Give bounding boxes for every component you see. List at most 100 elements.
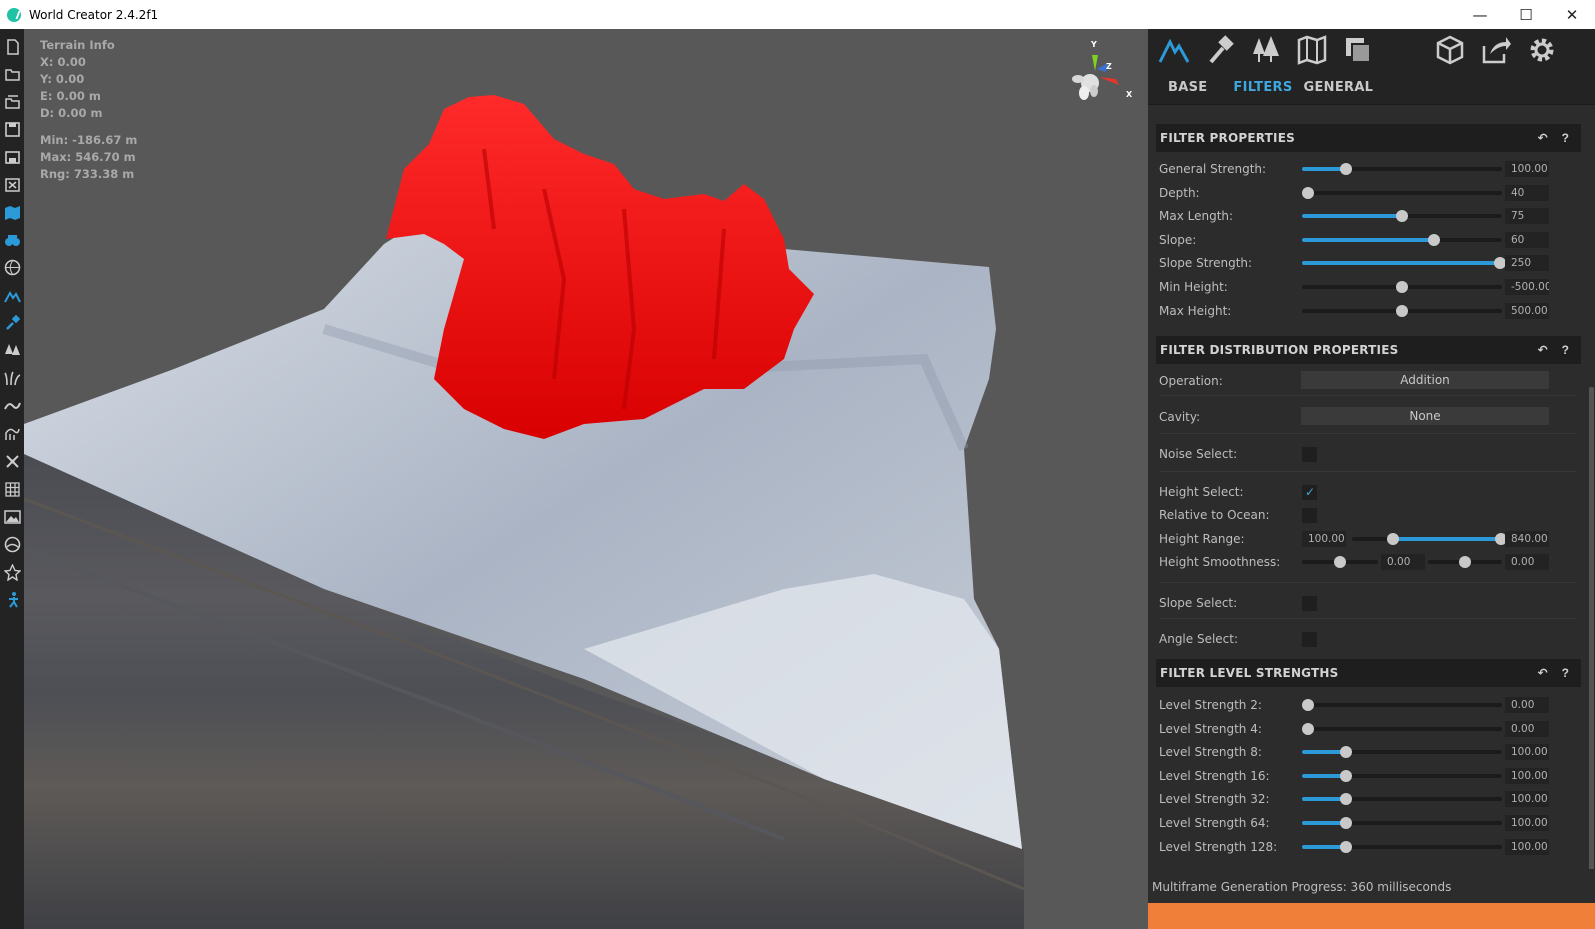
slider-track[interactable] [1302,304,1502,317]
slider-track[interactable] [1302,186,1502,199]
reset-icon[interactable]: ↶ [1538,666,1548,680]
binoculars-icon[interactable] [3,231,21,249]
cavity-dropdown[interactable]: None [1301,407,1549,425]
slider-value[interactable]: 100.00 [1505,791,1549,808]
slider-handle[interactable] [1396,281,1408,293]
slider-track[interactable] [1302,210,1502,223]
slider-handle[interactable] [1340,817,1352,829]
minimize-button[interactable]: — [1457,0,1503,29]
slider-track[interactable] [1302,699,1502,711]
slider-value[interactable]: 500.00 [1505,302,1549,319]
slider-handle[interactable] [1302,699,1314,711]
angle-select-checkbox[interactable] [1302,632,1317,647]
terrain-render[interactable] [24,29,1148,929]
slider-track[interactable] [1302,722,1502,735]
orientation-gizmo[interactable]: Y Z X [1064,39,1134,109]
hammer-icon[interactable] [1205,34,1237,66]
filter-level-strengths-header[interactable]: FILTER LEVEL STRENGTHS ↶? [1156,659,1581,687]
height-smoothness-slider-b[interactable] [1428,556,1502,568]
person-icon[interactable] [3,591,21,609]
trees-icon[interactable] [1251,34,1283,66]
height-range-min-value[interactable]: 100.00 [1302,531,1346,547]
slope-select-checkbox[interactable] [1302,596,1317,611]
slider-value[interactable]: 40 [1505,184,1549,201]
slider-value[interactable]: 75 [1505,208,1549,225]
close-button[interactable]: ✕ [1549,0,1595,29]
slider-value[interactable]: 100.00 [1505,767,1549,784]
operation-dropdown[interactable]: Addition [1301,371,1549,389]
slider-handle[interactable] [1340,163,1352,175]
slider-value[interactable]: 0.00 [1505,720,1549,737]
maximize-button[interactable]: ☐ [1503,0,1549,29]
layers-icon[interactable] [1342,34,1374,66]
slider-handle[interactable] [1459,556,1471,568]
tab-base[interactable]: BASE [1168,80,1207,95]
grass-icon[interactable] [3,369,21,387]
help-icon[interactable]: ? [1562,343,1569,357]
slider-value[interactable]: 100.00 [1505,161,1549,177]
3d-viewport[interactable]: Terrain Info X: 0.00 Y: 0.00 E: 0.00 m D… [24,29,1148,929]
height-smoothness-slider-a[interactable] [1302,556,1378,568]
slider-handle[interactable] [1396,304,1408,317]
slider-value[interactable]: 100.00 [1505,815,1549,831]
star-icon[interactable] [3,563,21,581]
slider-value[interactable]: 0.00 [1505,697,1549,713]
slider-track[interactable] [1302,793,1502,806]
slider-track[interactable] [1302,257,1506,270]
slider-value[interactable]: 100.00 [1505,744,1549,761]
slider-handle[interactable] [1428,233,1440,246]
slider-handle[interactable] [1334,556,1346,568]
trees-icon[interactable] [3,342,21,360]
height-range-slider[interactable] [1352,533,1507,545]
globe-icon[interactable] [3,535,21,553]
height-range-max-value[interactable]: 840.00 [1505,531,1549,547]
slider-handle[interactable] [1340,840,1352,853]
slider-track[interactable] [1302,746,1502,759]
filter-properties-header[interactable]: FILTER PROPERTIES ↶? [1156,124,1581,152]
slider-handle[interactable] [1302,722,1314,735]
map-icon[interactable] [1296,34,1328,66]
slider-handle[interactable] [1340,746,1352,759]
erosion-icon[interactable] [3,425,21,443]
new-file-icon[interactable] [3,37,21,55]
cross-icon[interactable] [3,452,21,470]
open-recent-icon[interactable] [3,92,21,110]
import-icon[interactable] [3,175,21,193]
height-range-min-handle[interactable] [1386,533,1399,545]
reset-icon[interactable]: ↶ [1538,343,1548,357]
mountain-icon[interactable] [1158,34,1190,66]
slider-handle[interactable] [1340,769,1352,782]
river-icon[interactable] [3,397,21,415]
map-filter-icon[interactable] [3,203,21,221]
cube-icon[interactable] [1434,34,1466,66]
mountain-icon[interactable] [3,286,21,304]
filters-scroll-area[interactable]: FILTER PROPERTIES ↶? General Strength: 10… [1148,105,1595,869]
sphere-icon[interactable] [3,259,21,277]
slider-value[interactable]: 60 [1505,231,1549,248]
slider-track[interactable] [1302,817,1502,829]
slider-track[interactable] [1302,281,1502,293]
paint-icon[interactable] [3,314,21,332]
tab-general[interactable]: GENERAL [1304,80,1374,95]
slider-handle[interactable] [1340,793,1352,806]
open-folder-icon[interactable] [3,65,21,83]
export-icon[interactable] [1480,34,1512,66]
slider-handle[interactable] [1302,186,1314,199]
slider-track[interactable] [1302,163,1502,175]
slider-value[interactable]: 100.00 [1505,838,1549,855]
help-icon[interactable]: ? [1562,131,1569,145]
slider-track[interactable] [1302,840,1502,853]
noise-select-checkbox[interactable] [1302,447,1317,462]
slider-value[interactable]: -500.00 [1505,279,1549,295]
height-smoothness-value-b[interactable]: 0.00 [1505,554,1549,570]
panel-scrollbar[interactable] [1589,387,1594,869]
slider-track[interactable] [1302,769,1502,782]
grid-icon[interactable] [3,480,21,498]
relative-to-ocean-checkbox[interactable] [1302,508,1317,523]
height-select-checkbox[interactable]: ✓ [1302,485,1317,500]
height-smoothness-value-a[interactable]: 0.00 [1381,554,1425,570]
save-as-icon[interactable] [3,148,21,166]
slider-value[interactable]: 250 [1505,255,1549,272]
gear-icon[interactable] [1526,34,1558,66]
slider-track[interactable] [1302,233,1502,246]
